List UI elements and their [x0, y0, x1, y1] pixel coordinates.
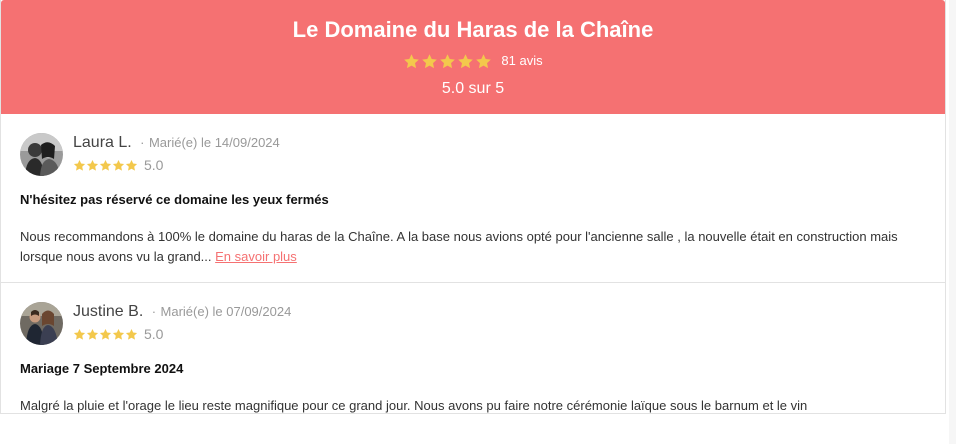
- star-icon: [476, 53, 492, 68]
- review-rating: 5.0: [73, 157, 280, 173]
- star-icon: [73, 159, 86, 171]
- review-item: Justine B. · Marié(e) le 07/09/2024 5.0: [1, 283, 945, 413]
- couple-photo-icon: [20, 302, 63, 345]
- header-stars: [403, 53, 492, 70]
- average-score: 5.0 sur 5: [441, 80, 505, 97]
- meta-separator: ·: [140, 135, 145, 150]
- reviewer-info: Justine B. · Marié(e) le 07/09/2024 5.0: [20, 302, 926, 346]
- avatar: [20, 133, 63, 176]
- star-icon: [99, 159, 112, 171]
- review-body: Nous recommandons à 100% le domaine du h…: [20, 229, 898, 264]
- star-icon: [86, 328, 99, 340]
- star-icon: [125, 159, 138, 171]
- review-rating: 5.0: [73, 326, 291, 342]
- review-stars: [73, 159, 138, 172]
- reviewer-meta: Laura L. · Marié(e) le 14/09/2024 5.0: [73, 133, 280, 173]
- star-icon: [112, 159, 125, 171]
- reviews-header: Le Domaine du Haras de la Chaîne 81 avis…: [1, 0, 945, 114]
- read-more-link[interactable]: En savoir plus: [215, 249, 297, 264]
- star-icon: [422, 53, 438, 68]
- star-icon: [73, 328, 86, 340]
- reviewer-name: Justine B.: [73, 303, 144, 320]
- star-icon: [458, 53, 474, 68]
- wedding-date: Marié(e) le 14/09/2024: [148, 135, 280, 150]
- star-icon: [112, 328, 125, 340]
- avatar: [20, 302, 63, 345]
- header-rating: 81 avis: [1, 50, 945, 72]
- star-icon: [404, 53, 420, 68]
- star-icon: [86, 159, 99, 171]
- review-text: Malgré la pluie et l'orage le lieu reste…: [20, 396, 920, 413]
- review-score: 5.0: [144, 157, 164, 173]
- star-icon: [99, 328, 112, 340]
- review-item: Laura L. · Marié(e) le 14/09/2024 5.0 N': [1, 114, 945, 283]
- reviewer-meta: Justine B. · Marié(e) le 07/09/2024 5.0: [73, 302, 291, 342]
- review-count: 81 avis: [501, 53, 543, 68]
- meta-separator: ·: [151, 304, 157, 319]
- review-stars: [73, 328, 138, 341]
- review-body: Malgré la pluie et l'orage le lieu reste…: [20, 398, 808, 413]
- reviewer-info: Laura L. · Marié(e) le 14/09/2024 5.0: [20, 133, 926, 177]
- reviews-widget: Le Domaine du Haras de la Chaîne 81 avis…: [0, 0, 946, 414]
- couple-photo-icon: [20, 133, 63, 176]
- reviewer-name: Laura L.: [73, 134, 132, 151]
- review-score: 5.0: [144, 326, 164, 342]
- star-icon: [440, 53, 456, 68]
- review-title: N'hésitez pas réservé ce domaine les yeu…: [20, 192, 329, 207]
- venue-title: Le Domaine du Haras de la Chaîne: [292, 17, 654, 42]
- page-scrollbar[interactable]: [949, 0, 956, 444]
- star-icon: [125, 328, 138, 340]
- wedding-date: Marié(e) le 07/09/2024: [160, 304, 292, 319]
- review-text: Nous recommandons à 100% le domaine du h…: [20, 227, 920, 267]
- review-title: Mariage 7 Septembre 2024: [20, 361, 184, 376]
